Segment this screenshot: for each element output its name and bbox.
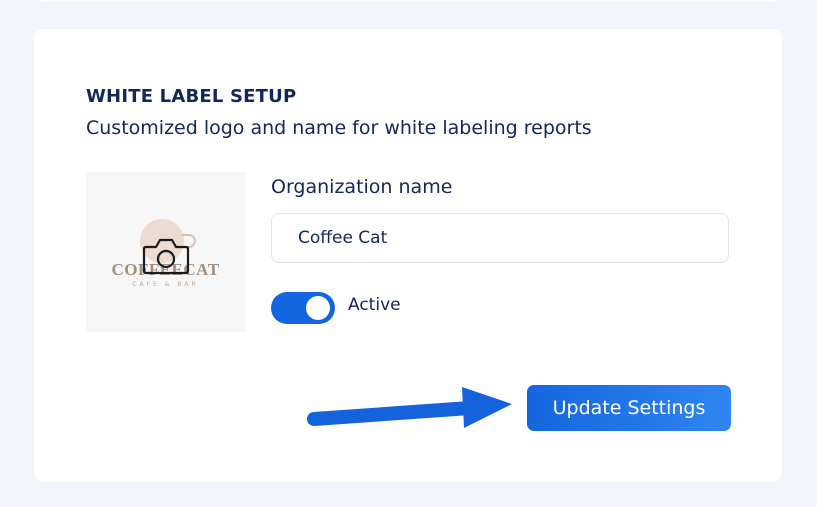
active-toggle[interactable] [271,292,335,324]
logo-brand-subtext: CAFE & BAR [132,281,199,288]
active-label: Active [348,295,401,315]
toggle-knob [306,296,330,320]
section-subtitle: Customized logo and name for white label… [86,117,592,139]
white-label-card: WHITE LABEL SETUP Customized logo and na… [34,29,782,482]
section-title: WHITE LABEL SETUP [86,86,297,107]
logo-upload[interactable]: COFFEECAT CAFE & BAR [86,172,245,332]
update-settings-button[interactable]: Update Settings [527,385,731,431]
org-name-label: Organization name [271,176,453,198]
org-name-input[interactable] [271,213,729,263]
previous-card [34,0,782,2]
camera-icon[interactable] [141,236,191,276]
